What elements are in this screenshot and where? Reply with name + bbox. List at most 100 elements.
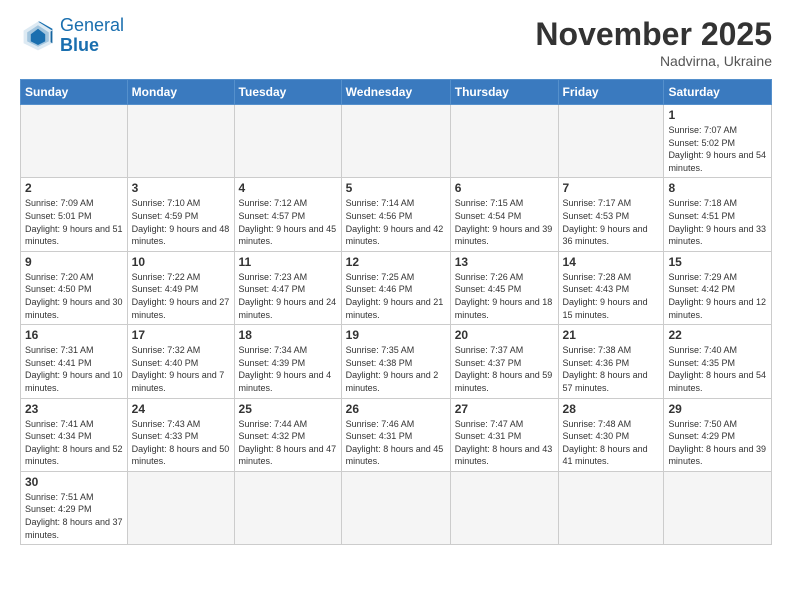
- day-cell: 2 Sunrise: 7:09 AM Sunset: 5:01 PM Daylig…: [21, 178, 128, 251]
- month-title: November 2025: [535, 16, 772, 53]
- day-number: 25: [239, 402, 337, 416]
- day-number: 19: [346, 328, 446, 342]
- logo-line1: General: [60, 16, 124, 36]
- day-number: 14: [563, 255, 660, 269]
- week-row-5: 23 Sunrise: 7:41 AM Sunset: 4:34 PM Dayli…: [21, 398, 772, 471]
- day-number: 6: [455, 181, 554, 195]
- day-info: Sunrise: 7:44 AM Sunset: 4:32 PM Dayligh…: [239, 418, 337, 468]
- day-info: Sunrise: 7:51 AM Sunset: 4:29 PM Dayligh…: [25, 491, 123, 541]
- day-cell: 27Sunrise: 7:47 AM Sunset: 4:31 PM Dayli…: [450, 398, 558, 471]
- day-cell: 1Sunrise: 7:07 AM Sunset: 5:02 PM Daylig…: [664, 105, 772, 178]
- week-row-3: 9Sunrise: 7:20 AM Sunset: 4:50 PM Daylig…: [21, 251, 772, 324]
- day-cell: 26Sunrise: 7:46 AM Sunset: 4:31 PM Dayli…: [341, 398, 450, 471]
- day-number: 23: [25, 402, 123, 416]
- day-info: Sunrise: 7:35 AM Sunset: 4:38 PM Dayligh…: [346, 344, 446, 394]
- day-info: Sunrise: 7:07 AM Sunset: 5:02 PM Dayligh…: [668, 124, 767, 174]
- header-friday: Friday: [558, 80, 664, 105]
- day-number: 10: [132, 255, 230, 269]
- day-cell: 3 Sunrise: 7:10 AM Sunset: 4:59 PM Daylig…: [127, 178, 234, 251]
- calendar-header: Sunday Monday Tuesday Wednesday Thursday…: [21, 80, 772, 105]
- week-row-1: 1Sunrise: 7:07 AM Sunset: 5:02 PM Daylig…: [21, 105, 772, 178]
- day-cell: 8Sunrise: 7:18 AM Sunset: 4:51 PM Daylig…: [664, 178, 772, 251]
- day-info: Sunrise: 7:50 AM Sunset: 4:29 PM Dayligh…: [668, 418, 767, 468]
- page: General Blue November 2025 Nadvirna, Ukr…: [0, 0, 792, 612]
- subtitle: Nadvirna, Ukraine: [535, 53, 772, 69]
- day-number: 3: [132, 181, 230, 195]
- day-number: 26: [346, 402, 446, 416]
- header-thursday: Thursday: [450, 80, 558, 105]
- day-cell: 30Sunrise: 7:51 AM Sunset: 4:29 PM Dayli…: [21, 471, 128, 544]
- calendar-body: 1Sunrise: 7:07 AM Sunset: 5:02 PM Daylig…: [21, 105, 772, 545]
- day-cell: [450, 105, 558, 178]
- day-number: 22: [668, 328, 767, 342]
- day-info: Sunrise: 7:12 AM Sunset: 4:57 PM Dayligh…: [239, 197, 337, 247]
- header: General Blue November 2025 Nadvirna, Ukr…: [20, 16, 772, 69]
- day-cell: 25 Sunrise: 7:44 AM Sunset: 4:32 PM Dayli…: [234, 398, 341, 471]
- day-cell: [450, 471, 558, 544]
- day-number: 29: [668, 402, 767, 416]
- logo: General Blue: [20, 16, 124, 56]
- header-saturday: Saturday: [664, 80, 772, 105]
- day-number: 2: [25, 181, 123, 195]
- day-info: Sunrise: 7:10 AM Sunset: 4:59 PM Dayligh…: [132, 197, 230, 247]
- day-cell: 16Sunrise: 7:31 AM Sunset: 4:41 PM Dayli…: [21, 325, 128, 398]
- title-block: November 2025 Nadvirna, Ukraine: [535, 16, 772, 69]
- day-info: Sunrise: 7:22 AM Sunset: 4:49 PM Dayligh…: [132, 271, 230, 321]
- header-tuesday: Tuesday: [234, 80, 341, 105]
- day-cell: 20Sunrise: 7:37 AM Sunset: 4:37 PM Dayli…: [450, 325, 558, 398]
- day-number: 4: [239, 181, 337, 195]
- logo-line2: Blue: [60, 36, 124, 56]
- day-number: 12: [346, 255, 446, 269]
- day-cell: 17Sunrise: 7:32 AM Sunset: 4:40 PM Dayli…: [127, 325, 234, 398]
- day-info: Sunrise: 7:41 AM Sunset: 4:34 PM Dayligh…: [25, 418, 123, 468]
- day-number: 28: [563, 402, 660, 416]
- day-number: 16: [25, 328, 123, 342]
- day-info: Sunrise: 7:09 AM Sunset: 5:01 PM Dayligh…: [25, 197, 123, 247]
- day-cell: [21, 105, 128, 178]
- day-number: 8: [668, 181, 767, 195]
- day-info: Sunrise: 7:37 AM Sunset: 4:37 PM Dayligh…: [455, 344, 554, 394]
- day-cell: 14Sunrise: 7:28 AM Sunset: 4:43 PM Dayli…: [558, 251, 664, 324]
- day-info: Sunrise: 7:14 AM Sunset: 4:56 PM Dayligh…: [346, 197, 446, 247]
- header-wednesday: Wednesday: [341, 80, 450, 105]
- day-cell: [234, 471, 341, 544]
- day-number: 5: [346, 181, 446, 195]
- day-info: Sunrise: 7:23 AM Sunset: 4:47 PM Dayligh…: [239, 271, 337, 321]
- day-info: Sunrise: 7:38 AM Sunset: 4:36 PM Dayligh…: [563, 344, 660, 394]
- week-row-2: 2 Sunrise: 7:09 AM Sunset: 5:01 PM Daylig…: [21, 178, 772, 251]
- day-cell: 18 Sunrise: 7:34 AM Sunset: 4:39 PM Dayli…: [234, 325, 341, 398]
- day-info: Sunrise: 7:15 AM Sunset: 4:54 PM Dayligh…: [455, 197, 554, 247]
- day-cell: 5 Sunrise: 7:14 AM Sunset: 4:56 PM Daylig…: [341, 178, 450, 251]
- day-info: Sunrise: 7:40 AM Sunset: 4:35 PM Dayligh…: [668, 344, 767, 394]
- weekday-row: Sunday Monday Tuesday Wednesday Thursday…: [21, 80, 772, 105]
- day-number: 15: [668, 255, 767, 269]
- day-number: 7: [563, 181, 660, 195]
- day-cell: [558, 105, 664, 178]
- day-number: 9: [25, 255, 123, 269]
- week-row-6: 30Sunrise: 7:51 AM Sunset: 4:29 PM Dayli…: [21, 471, 772, 544]
- logo-icon: [20, 18, 56, 54]
- day-cell: 19 Sunrise: 7:35 AM Sunset: 4:38 PM Dayli…: [341, 325, 450, 398]
- day-number: 24: [132, 402, 230, 416]
- week-row-4: 16Sunrise: 7:31 AM Sunset: 4:41 PM Dayli…: [21, 325, 772, 398]
- header-sunday: Sunday: [21, 80, 128, 105]
- day-cell: 12 Sunrise: 7:25 AM Sunset: 4:46 PM Dayli…: [341, 251, 450, 324]
- day-cell: [664, 471, 772, 544]
- day-cell: [127, 471, 234, 544]
- day-cell: 13Sunrise: 7:26 AM Sunset: 4:45 PM Dayli…: [450, 251, 558, 324]
- day-cell: 6 Sunrise: 7:15 AM Sunset: 4:54 PM Daylig…: [450, 178, 558, 251]
- calendar: Sunday Monday Tuesday Wednesday Thursday…: [20, 79, 772, 545]
- day-info: Sunrise: 7:34 AM Sunset: 4:39 PM Dayligh…: [239, 344, 337, 394]
- day-cell: 9Sunrise: 7:20 AM Sunset: 4:50 PM Daylig…: [21, 251, 128, 324]
- day-info: Sunrise: 7:29 AM Sunset: 4:42 PM Dayligh…: [668, 271, 767, 321]
- day-number: 18: [239, 328, 337, 342]
- day-cell: 21Sunrise: 7:38 AM Sunset: 4:36 PM Dayli…: [558, 325, 664, 398]
- header-monday: Monday: [127, 80, 234, 105]
- day-cell: [341, 471, 450, 544]
- day-cell: [558, 471, 664, 544]
- day-cell: 24Sunrise: 7:43 AM Sunset: 4:33 PM Dayli…: [127, 398, 234, 471]
- day-cell: 22 Sunrise: 7:40 AM Sunset: 4:35 PM Dayli…: [664, 325, 772, 398]
- day-info: Sunrise: 7:25 AM Sunset: 4:46 PM Dayligh…: [346, 271, 446, 321]
- day-cell: 28Sunrise: 7:48 AM Sunset: 4:30 PM Dayli…: [558, 398, 664, 471]
- day-info: Sunrise: 7:17 AM Sunset: 4:53 PM Dayligh…: [563, 197, 660, 247]
